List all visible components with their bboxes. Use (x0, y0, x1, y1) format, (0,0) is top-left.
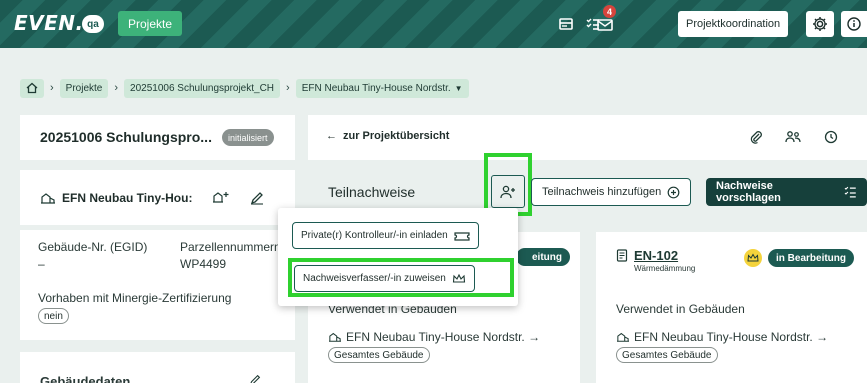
attachment-icon[interactable] (749, 130, 763, 144)
plus-circle-icon (667, 186, 680, 198)
users-icon[interactable] (784, 129, 802, 145)
notification-badge: 4 (603, 5, 616, 18)
edit-icon[interactable] (249, 190, 265, 206)
ticket-icon (454, 231, 470, 241)
minergie-value: nein (38, 308, 69, 324)
add-proof-button[interactable]: Teilnachweis hinzufügen (531, 178, 692, 206)
scope-badge: Gesamtes Gebäude (328, 347, 430, 363)
app-logo[interactable]: EVEN. (14, 11, 84, 35)
breadcrumb-separator: › (286, 82, 290, 94)
breadcrumb: › Projekte › 20251006 Schulungsprojekt_C… (20, 78, 469, 98)
project-title-card: 20251006 Schulungspro... initialisiert (20, 115, 295, 160)
building-link[interactable]: EFN Neubau Tiny-House Nordstr. → (328, 330, 540, 344)
parcel-label: Parzellennummern (180, 240, 281, 254)
environment-badge: qa (82, 15, 104, 33)
add-proof-label: Teilnachweis hinzufügen (542, 186, 662, 198)
building-data-card: Gebäudedaten (20, 352, 295, 383)
building-icon (617, 332, 629, 342)
project-title: 20251006 Schulungspro... (40, 129, 212, 145)
building-link-label: EFN Neubau Tiny-House Nordstr. → (346, 330, 541, 344)
history-icon[interactable] (824, 130, 838, 144)
building-title: EFN Neubau Tiny-Hou: (62, 191, 193, 205)
highlight-assign-user (484, 153, 532, 216)
info-icon (847, 17, 861, 31)
chevron-down-icon: ▼ (454, 83, 463, 93)
suggest-proofs-label: Nachweise vorschlagen (716, 180, 781, 204)
project-status-badge: initialisiert (222, 129, 274, 146)
projects-button[interactable]: Projekte (118, 11, 183, 36)
building-icon (41, 193, 55, 204)
edit-icon[interactable] (248, 373, 262, 383)
crown-icon (744, 249, 762, 267)
breadcrumb-separator: › (50, 82, 54, 94)
proof-status-badge: eitung (516, 248, 570, 266)
breadcrumb-projects[interactable]: Projekte (59, 78, 109, 98)
suggest-proofs-button[interactable]: Nachweise vorschlagen (706, 178, 867, 206)
invite-controller-menu-item[interactable]: Private(r) Kontrolleur/-in einladen (292, 222, 479, 249)
parcel-value: WP4499 (180, 257, 227, 271)
section-title: Teilnachweise (328, 184, 416, 200)
home-icon (26, 82, 38, 94)
arrow-left-icon: ← (326, 130, 337, 142)
building-card: EFN Neubau Tiny-Hou: (20, 170, 295, 225)
list-icon (844, 186, 857, 198)
egid-label: Gebäude-Nr. (EGID) (38, 240, 148, 254)
info-button[interactable] (841, 11, 867, 37)
building-info-card: Gebäude-Nr. (EGID) – Parzellennummern WP… (20, 230, 295, 340)
document-icon (616, 249, 628, 262)
breadcrumb-separator: › (114, 82, 119, 94)
invite-controller-label: Private(r) Kontrolleur/-in einladen (301, 230, 448, 241)
minergie-label: Vorhaben mit Minergie-Zertifizierung (38, 291, 232, 305)
main-header: ← zur Projektübersicht (308, 115, 867, 160)
proof-code[interactable]: EN-102 (634, 248, 678, 263)
proof-card[interactable]: EN-102 Wärmedämmung in Bearbeitung Verwe… (596, 232, 867, 383)
top-bar: EVEN. qa Projekte 4 Projektkoordination (0, 0, 867, 48)
building-link[interactable]: EFN Neubau Tiny-House Nordstr. → (616, 330, 828, 344)
scope-badge: Gesamtes Gebäude (616, 347, 718, 363)
highlight-assign-author (288, 258, 514, 297)
proof-subtitle: Wärmedämmung (634, 264, 696, 273)
back-link-label: zur Projektübersicht (343, 130, 450, 142)
gear-icon (813, 17, 827, 31)
proof-status-badge: in Bearbeitung (768, 249, 855, 267)
back-to-overview-link[interactable]: ← zur Projektübersicht (326, 130, 449, 142)
settings-button[interactable] (806, 11, 834, 37)
building-add-icon[interactable] (212, 189, 230, 205)
breadcrumb-home[interactable] (20, 78, 44, 98)
breadcrumb-project[interactable]: 20251006 Schulungsprojekt_CH (124, 78, 281, 98)
building-icon (329, 332, 341, 342)
breadcrumb-building-label: EFN Neubau Tiny-House Nordstr. (301, 82, 451, 94)
card-icon[interactable] (555, 13, 577, 35)
role-button[interactable]: Projektkoordination (678, 11, 789, 37)
building-link-label: EFN Neubau Tiny-House Nordstr. → (634, 330, 829, 344)
building-data-title: Gebäudedaten (40, 374, 131, 383)
used-in-buildings-label: Verwendet in Gebäuden (616, 302, 745, 316)
egid-value: – (38, 257, 45, 271)
breadcrumb-building-select[interactable]: EFN Neubau Tiny-House Nordstr. ▼ (295, 78, 469, 98)
